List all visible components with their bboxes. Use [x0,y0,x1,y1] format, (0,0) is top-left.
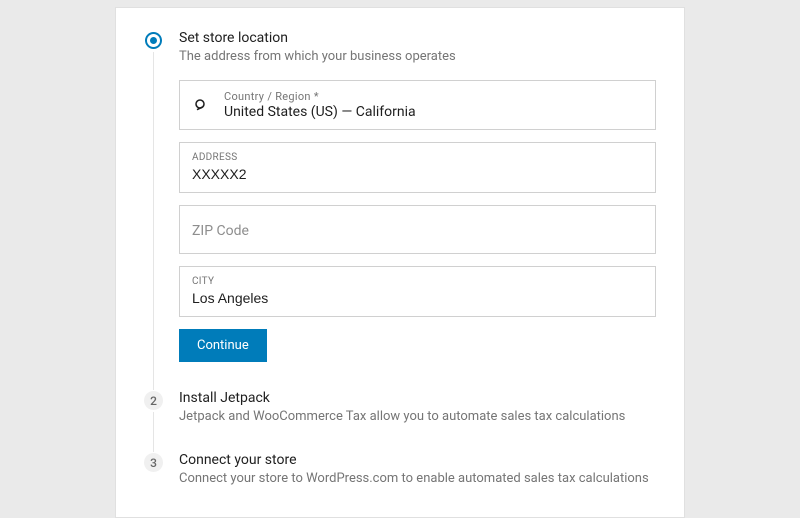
step-title: Install Jetpack [179,390,656,406]
store-location-form: Country / Region * United States (US) — … [179,80,656,362]
step-title: Connect your store [179,452,656,468]
step-store-location: Set store location The address from whic… [144,30,656,390]
step-desc: Jetpack and WooCommerce Tax allow you to… [179,409,656,424]
step-indicator-3: 3 [144,453,163,472]
address-field[interactable]: Address [179,142,656,193]
zip-placeholder: ZIP Code [192,223,249,239]
step-content: Connect your store Connect your store to… [179,452,656,486]
step-title: Set store location [179,30,656,46]
step-desc: Connect your store to WordPress.com to e… [179,471,656,486]
address-input[interactable] [192,166,643,182]
country-value: United States (US) — California [224,104,643,120]
zip-field[interactable]: ZIP Code [179,205,656,254]
country-field[interactable]: Country / Region * United States (US) — … [179,80,656,130]
city-field[interactable]: City [179,266,656,317]
step-indicator-active [147,34,160,47]
step-install-jetpack: 2 Install Jetpack Jetpack and WooCommerc… [144,390,656,452]
city-input[interactable] [192,290,643,306]
address-label: Address [192,152,643,163]
country-label: Country / Region * [224,90,643,103]
step-desc: The address from which your business ope… [179,49,656,64]
step-content: Install Jetpack Jetpack and WooCommerce … [179,390,656,424]
setup-card: Set store location The address from whic… [115,7,685,518]
city-label: City [192,276,643,287]
step-connect-store: 3 Connect your store Connect your store … [144,452,656,491]
step-indicator-2: 2 [144,391,163,410]
step-content: Set store location The address from whic… [179,30,656,362]
continue-button[interactable]: Continue [179,329,267,362]
search-icon [193,97,209,113]
